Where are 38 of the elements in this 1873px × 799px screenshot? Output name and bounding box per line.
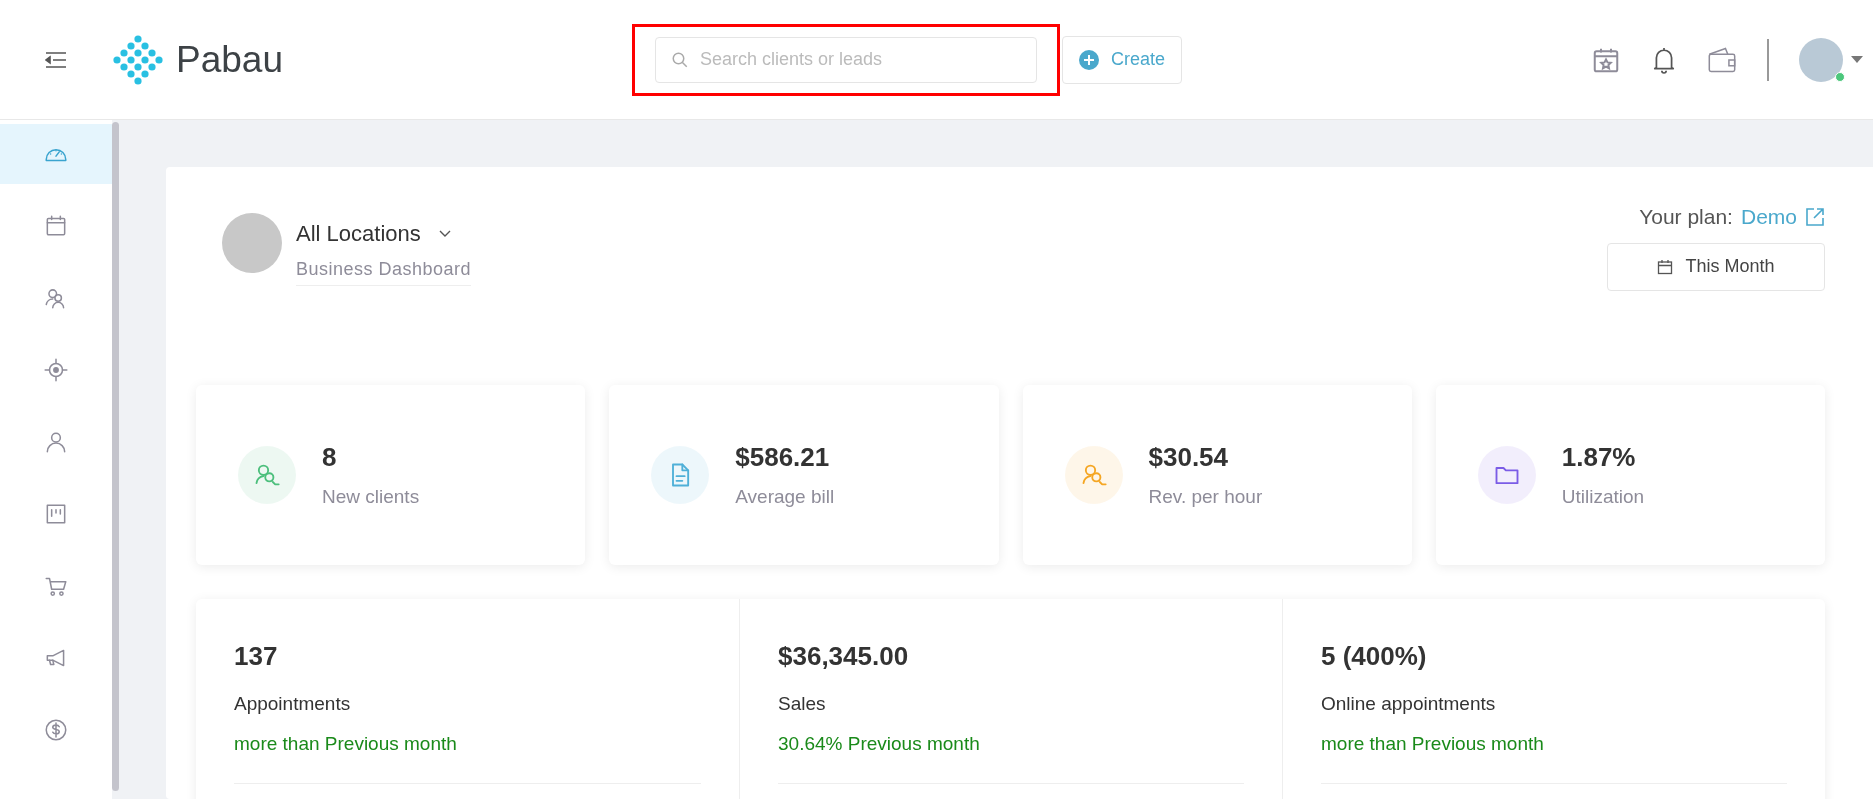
plan-label: Your plan: xyxy=(1639,204,1733,230)
summary-change: 30.64% Previous month xyxy=(778,732,981,756)
summary-label: Appointments xyxy=(234,691,352,716)
stat-label: Average bill xyxy=(735,484,835,509)
stat-label: Rev. per hour xyxy=(1148,484,1263,509)
stat-value: 8 xyxy=(322,440,338,474)
target-icon xyxy=(43,357,69,383)
sidebar-item[interactable] xyxy=(0,124,112,184)
external-link-icon[interactable] xyxy=(1805,206,1825,227)
calendar-icon xyxy=(1657,258,1674,275)
summary-value: $36,345.00 xyxy=(778,639,910,673)
menu-icon[interactable] xyxy=(45,50,67,69)
location-avatar xyxy=(222,213,282,273)
stat-value: $30.54 xyxy=(1148,440,1230,474)
stat-value: $586.21 xyxy=(735,440,831,474)
summary-label: Online appointments xyxy=(1321,691,1497,716)
caret-icon[interactable] xyxy=(1851,55,1863,64)
summary-change: more than Previous month xyxy=(1321,732,1545,756)
logo-text: Pabau xyxy=(176,37,283,82)
search-icon xyxy=(671,50,689,69)
wallet-icon[interactable] xyxy=(1707,45,1737,74)
stat-label: Utilization xyxy=(1561,484,1645,509)
stat-label: New clients xyxy=(322,484,420,509)
plus-icon xyxy=(1079,49,1099,70)
logo-icon xyxy=(112,34,164,85)
location-dropdown[interactable]: All Locations xyxy=(296,217,472,250)
scrollbar[interactable] xyxy=(112,122,119,791)
user-avatar[interactable] xyxy=(1799,37,1843,82)
summary-value: 137 xyxy=(234,639,279,673)
chevron-down-icon xyxy=(438,229,451,238)
dashboard-subtitle: Business Dashboard xyxy=(296,256,472,286)
dollar-icon xyxy=(43,717,69,743)
search-field[interactable]: Search clients or leads xyxy=(655,36,1037,83)
stat-value: 1.87% xyxy=(1561,440,1637,474)
summary-value: 5 (400%) xyxy=(1321,639,1428,673)
period-button[interactable]: This Month xyxy=(1607,242,1825,291)
summary-change: more than Previous month xyxy=(234,732,458,756)
summary-label: Sales xyxy=(778,691,827,716)
